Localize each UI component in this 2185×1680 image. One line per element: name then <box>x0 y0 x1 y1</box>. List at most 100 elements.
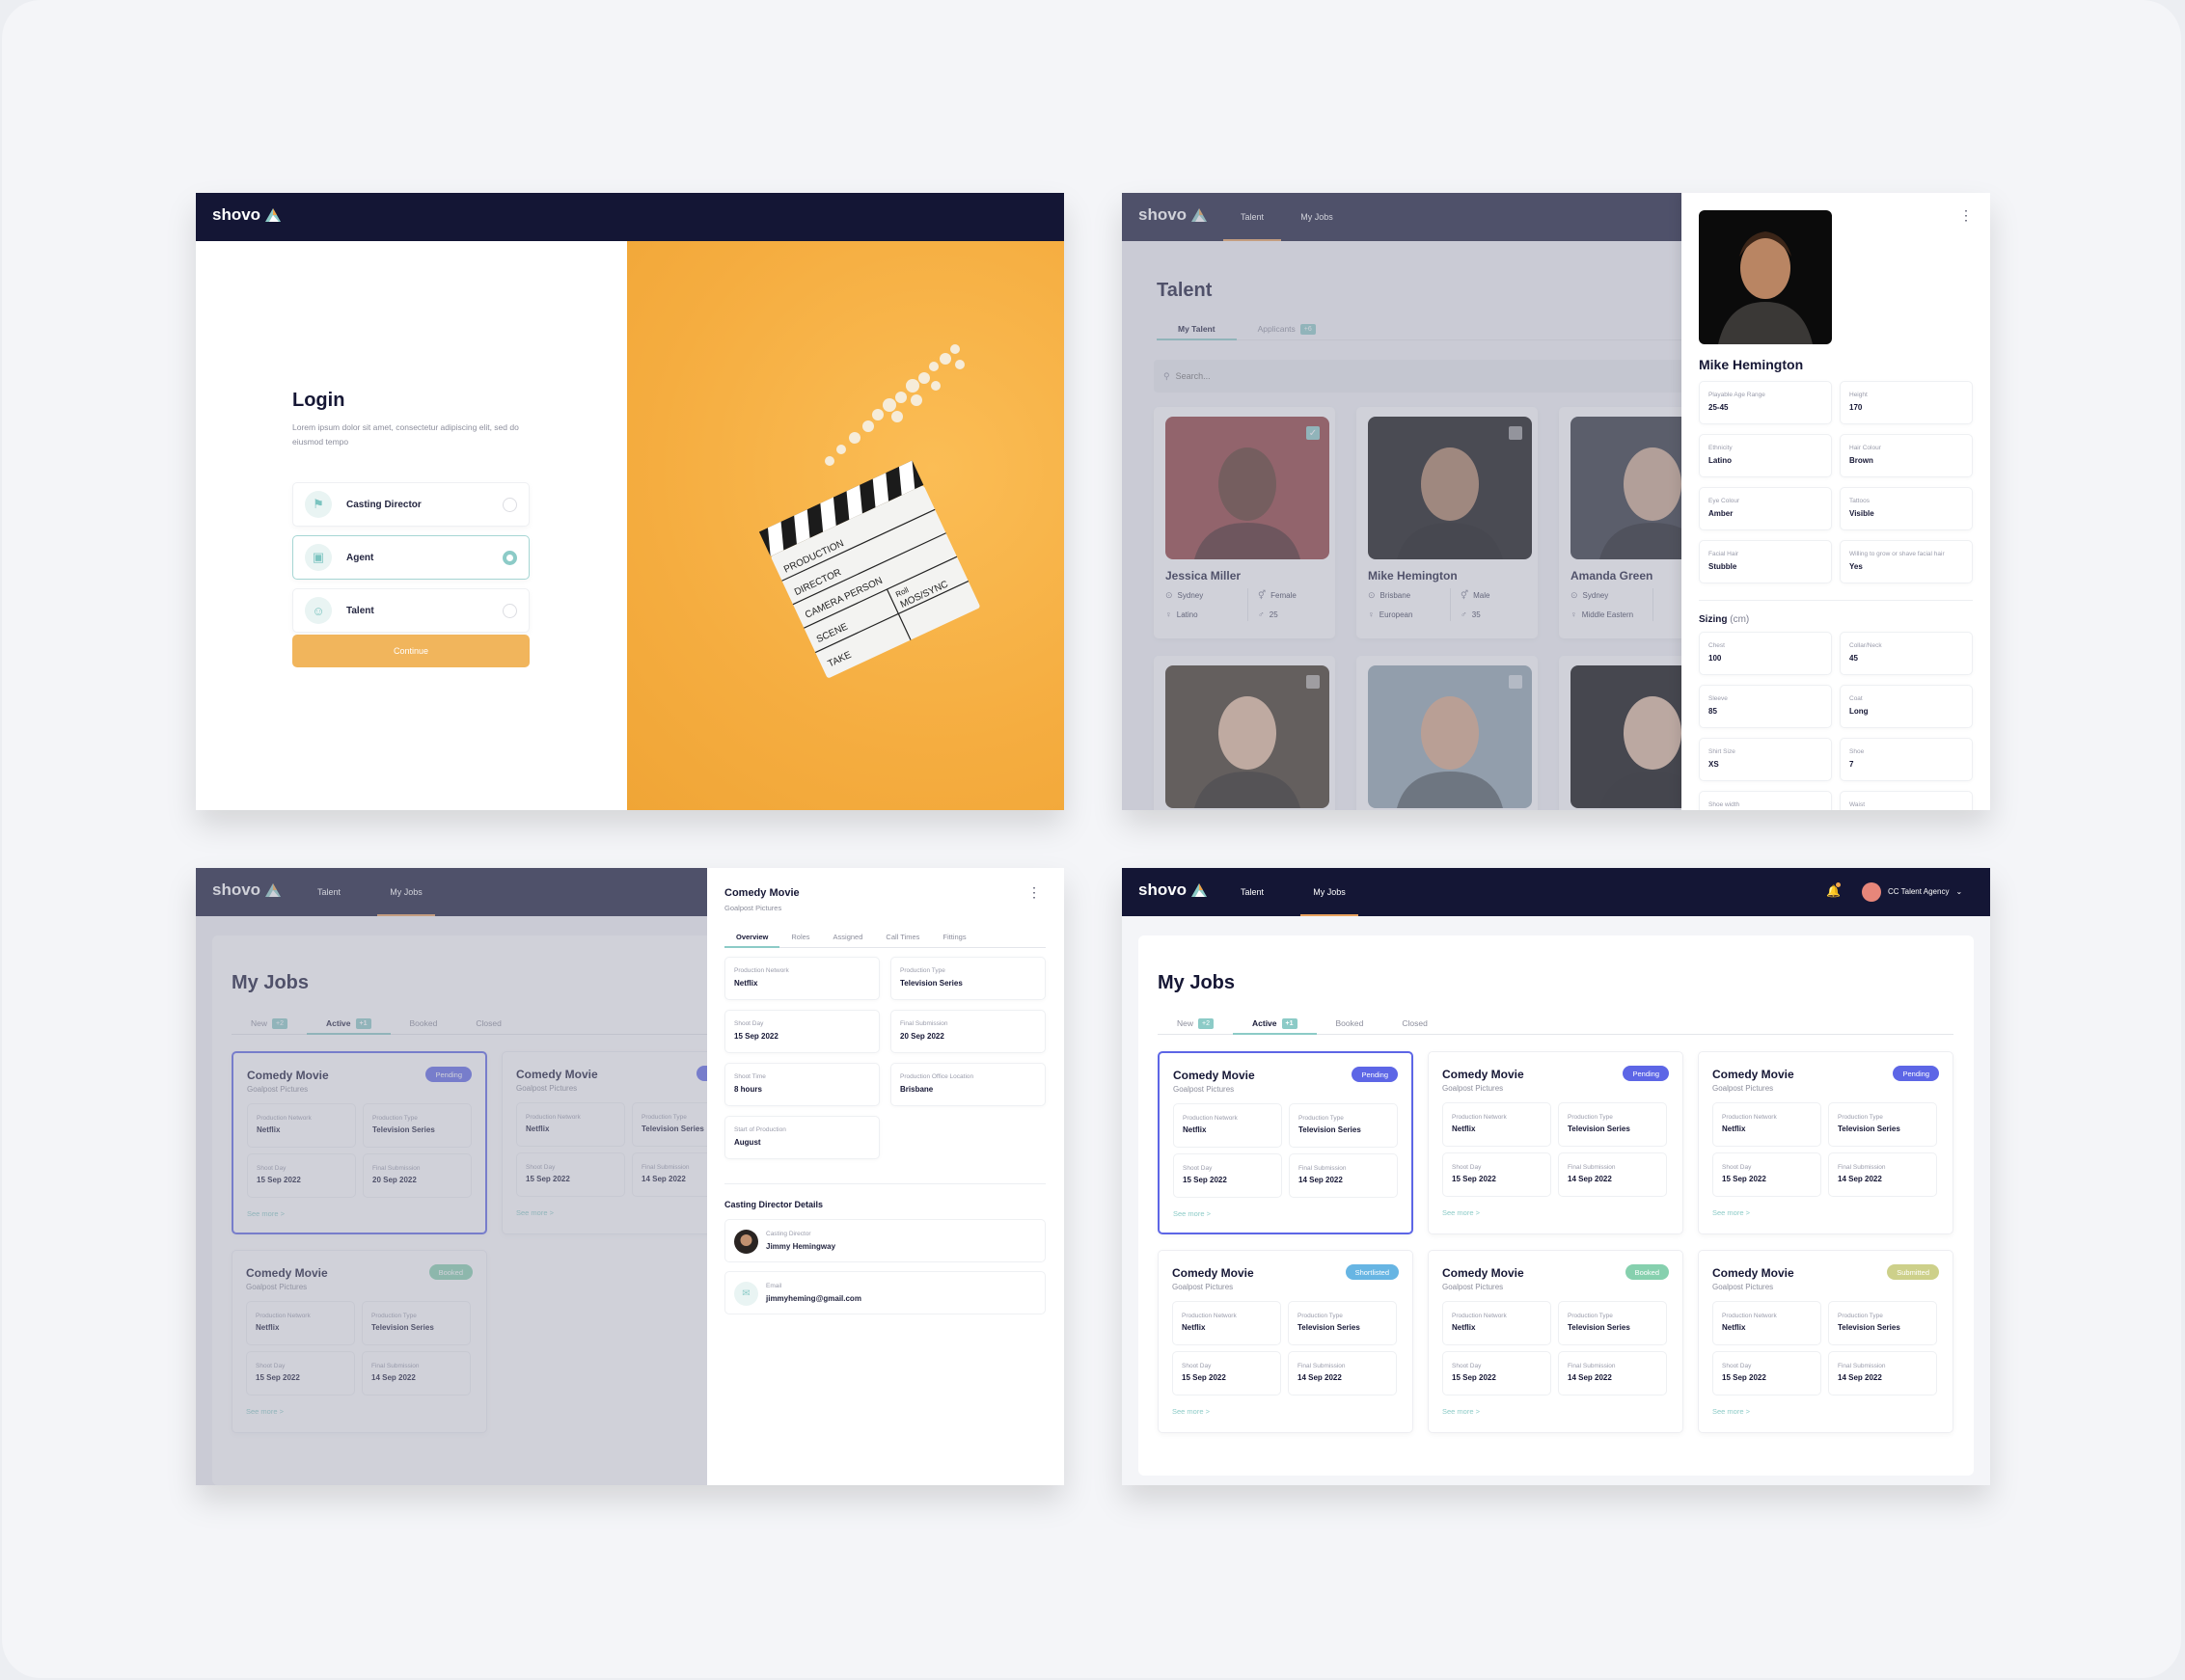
page-title: Talent <box>1157 280 1213 301</box>
talent-gender-value: Male <box>1473 591 1490 600</box>
tab-call-times[interactable]: Call Times <box>874 926 931 947</box>
role-option-casting-director[interactable]: ⚑ Casting Director <box>292 482 530 527</box>
field-label: Production Type <box>1568 1313 1613 1319</box>
see-more-link[interactable]: See more > <box>1172 1407 1210 1416</box>
see-more-link[interactable]: See more > <box>1442 1407 1480 1416</box>
status-badge: Booked <box>428 1264 473 1280</box>
talent-age-value: 35 <box>1471 610 1481 619</box>
field-label: Production Type <box>900 967 945 974</box>
search-bar[interactable]: ⚲ <box>1154 360 1694 393</box>
field-label: Chest <box>1708 642 1725 649</box>
talent-age: ♂ 35 <box>1461 610 1481 619</box>
tab-booked[interactable]: Booked <box>391 1013 457 1034</box>
see-more-link[interactable]: See more > <box>1442 1208 1480 1217</box>
select-checkbox[interactable] <box>1509 675 1522 689</box>
nav-my-jobs[interactable]: My Jobs <box>1300 868 1358 916</box>
job-field-start-of-production: Start of Production August <box>724 1116 880 1159</box>
role-option-agent[interactable]: ▣ Agent <box>292 535 530 580</box>
see-more-link[interactable]: See more > <box>1173 1209 1211 1218</box>
select-checkbox[interactable] <box>1509 426 1522 440</box>
job-card[interactable]: Comedy Movie Goalpost Pictures Submitted Pr… <box>1698 1250 1953 1433</box>
field-label: Shoe width <box>1708 801 1740 808</box>
job-card[interactable]: Comedy Movie Goalpost Pictures Pending Prod… <box>1698 1051 1953 1234</box>
role-radio[interactable] <box>503 497 517 512</box>
field-label: Ethnicity <box>1708 445 1733 451</box>
tab-new[interactable]: New +2 <box>232 1013 307 1034</box>
talent-ethnicity: ♀ Middle Eastern <box>1570 610 1633 619</box>
talent-card[interactable] <box>1154 656 1335 810</box>
tab-applicants[interactable]: Applicants +6 <box>1237 318 1337 339</box>
select-checkbox[interactable]: ✓ <box>1306 426 1320 440</box>
nav-talent[interactable]: Talent <box>1223 193 1281 241</box>
talent-name: Amanda Green <box>1570 569 1653 583</box>
email-value[interactable]: jimmyheming@gmail.com <box>766 1294 861 1303</box>
talent-age: ♂ 25 <box>1258 610 1278 619</box>
nav-my-jobs[interactable]: My Jobs <box>1288 193 1346 241</box>
logo[interactable]: shovo <box>212 881 282 900</box>
talent-location: ⊙ Brisbane <box>1368 590 1410 601</box>
status-badge: Submitted <box>1887 1264 1939 1280</box>
field-value: Netflix <box>1452 1323 1476 1332</box>
job-card[interactable]: Comedy Movie Goalpost Pictures Booked Produ… <box>232 1250 487 1433</box>
logo[interactable]: shovo <box>1138 881 1208 900</box>
select-checkbox[interactable] <box>1306 675 1320 689</box>
divider <box>1247 588 1248 621</box>
tab-active[interactable]: Active +1 <box>1233 1013 1317 1035</box>
role-radio[interactable] <box>503 603 517 618</box>
role-option-talent[interactable]: ☺ Talent <box>292 588 530 633</box>
field-value: Brisbane <box>900 1085 934 1094</box>
field-label: Production Network <box>526 1114 581 1121</box>
profile-field-coat: Coat Long <box>1840 685 1973 728</box>
tab-roles[interactable]: Roles <box>779 926 821 947</box>
nav-my-jobs[interactable]: My Jobs <box>377 868 435 916</box>
job-card[interactable]: Comedy Movie Goalpost Pictures Pending Prod… <box>1428 1051 1683 1234</box>
logo[interactable]: shovo <box>212 205 282 225</box>
field-label: Production Network <box>734 967 789 974</box>
field-label: Production Network <box>257 1115 312 1122</box>
account-menu[interactable]: CC Talent Agency ⌄ <box>1888 887 1962 896</box>
logo[interactable]: shovo <box>1138 205 1208 225</box>
tab-fittings[interactable]: Fittings <box>931 926 977 947</box>
tab-new[interactable]: New +2 <box>1158 1013 1233 1034</box>
nav-talent[interactable]: Talent <box>1223 868 1281 916</box>
nav-talent[interactable]: Talent <box>300 868 358 916</box>
tab-active[interactable]: Active +1 <box>307 1013 391 1035</box>
tab-assigned[interactable]: Assigned <box>822 926 875 947</box>
see-more-link[interactable]: See more > <box>516 1208 554 1217</box>
status-badge: Booked <box>1625 1264 1669 1280</box>
talent-card[interactable]: Mike Hemington ⊙ Brisbane ♀ European ⚥ Male ♂ 35 <box>1356 407 1538 638</box>
talent-card[interactable] <box>1356 656 1538 810</box>
profile-field-tattoos: Tattoos Visible <box>1840 487 1973 530</box>
status-badge: Pending <box>425 1067 472 1082</box>
see-more-link[interactable]: See more > <box>1712 1208 1750 1217</box>
talent-card[interactable]: ✓ Jessica Miller ⊙ Sydney ♀ Latino ⚥ Female ♂ 25 <box>1154 407 1335 638</box>
job-field-type: Production Type Television Series <box>1288 1301 1397 1345</box>
role-radio[interactable] <box>503 550 517 565</box>
more-options-icon[interactable]: ⋮ <box>1027 885 1041 899</box>
jobs-background: My Jobs New +2 Active +1 Booked Closed Comedy… <box>1122 916 1990 1485</box>
job-studio: Goalpost Pictures <box>246 1283 308 1291</box>
field-label: Production Type <box>1297 1313 1343 1319</box>
tab-booked[interactable]: Booked <box>1317 1013 1383 1034</box>
see-more-link[interactable]: See more > <box>247 1209 285 1218</box>
continue-button[interactable]: Continue <box>292 635 530 667</box>
job-field-network: Production Network Netflix <box>516 1102 625 1147</box>
tab-closed[interactable]: Closed <box>456 1013 520 1034</box>
tab-closed[interactable]: Closed <box>1382 1013 1446 1034</box>
jobs-tabs: New +2 Active +1 Booked Closed <box>232 1013 733 1035</box>
see-more-link[interactable]: See more > <box>1712 1407 1750 1416</box>
tab-my-talent[interactable]: My Talent <box>1157 318 1237 340</box>
job-card[interactable]: Comedy Movie Goalpost Pictures Pending Prod… <box>1158 1051 1413 1234</box>
job-card[interactable]: Comedy Movie Goalpost Pictures Booked Produ… <box>1428 1250 1683 1433</box>
field-label: Shoot Day <box>1722 1363 1752 1369</box>
see-more-link[interactable]: See more > <box>246 1407 284 1416</box>
more-options-icon[interactable]: ⋮ <box>1959 208 1973 222</box>
tab-overview[interactable]: Overview <box>724 926 780 948</box>
talent-ethnicity: ♀ European <box>1368 610 1412 619</box>
job-card[interactable]: Comedy Movie Goalpost Pictures Shortlisted… <box>1158 1250 1413 1433</box>
email-card: ✉ Email jimmyheming@gmail.com <box>724 1271 1046 1314</box>
job-field-type: Production Type Television Series <box>1828 1301 1937 1345</box>
job-card[interactable]: Comedy Movie Goalpost Pictures Pending Prod… <box>232 1051 487 1234</box>
search-input[interactable] <box>1175 371 1289 381</box>
agency-avatar[interactable] <box>1862 882 1881 902</box>
